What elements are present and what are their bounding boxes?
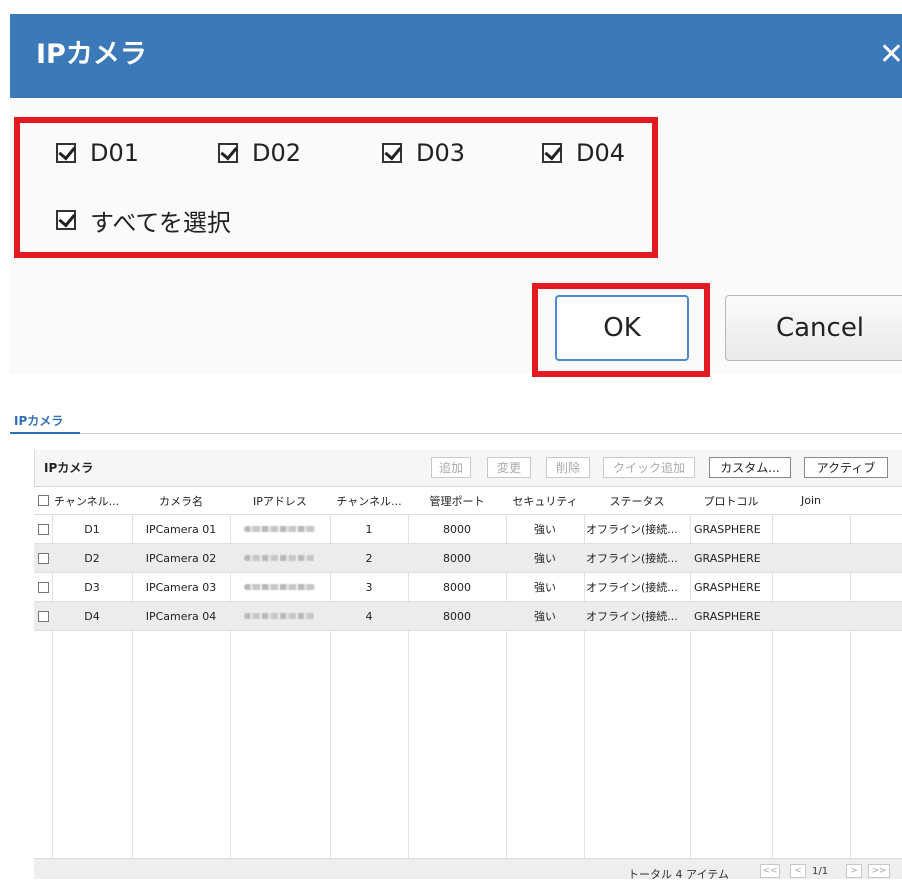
cell-protocol: GRASPHERE bbox=[694, 609, 761, 623]
custom-button[interactable]: カスタム... bbox=[709, 457, 791, 478]
column-header-management-port[interactable]: 管理ポート bbox=[408, 487, 506, 514]
close-icon[interactable]: ✕ bbox=[879, 38, 902, 72]
cell-channel-no: 1 bbox=[365, 522, 373, 536]
tab-ip-camera[interactable]: IPカメラ bbox=[14, 412, 63, 429]
table-row[interactable]: D2 IPCamera 02 2 8000 強い オフライン(接続... GRA… bbox=[34, 544, 902, 573]
cell-status: オフライン(接続... bbox=[586, 610, 678, 623]
total-items-label: トータル 4 アイテム bbox=[628, 868, 729, 881]
column-header-join[interactable]: Join bbox=[772, 487, 850, 514]
column-header-status[interactable]: ステータス bbox=[584, 487, 690, 514]
column-header-channel[interactable]: チャンネル... bbox=[52, 487, 134, 514]
column-header-security[interactable]: セキュリティ bbox=[506, 487, 584, 514]
cell-ip-address-blurred bbox=[230, 515, 330, 543]
table-row[interactable]: D3 IPCamera 03 3 8000 強い オフライン(接続... GRA… bbox=[34, 573, 902, 602]
highlight-ok-button bbox=[532, 283, 710, 377]
next-page-button[interactable]: > bbox=[846, 864, 862, 878]
checkbox-icon[interactable] bbox=[38, 523, 49, 535]
column-header-camera-name[interactable]: カメラ名 bbox=[132, 487, 230, 514]
cell-join bbox=[772, 602, 850, 630]
cell-port: 8000 bbox=[443, 609, 471, 623]
tab-divider bbox=[10, 433, 902, 434]
cell-protocol: GRASPHERE bbox=[694, 522, 761, 536]
row-checkbox[interactable] bbox=[37, 573, 50, 601]
cell-camera-name: IPCamera 02 bbox=[145, 551, 217, 565]
cell-ip-address-blurred bbox=[230, 544, 330, 572]
row-checkbox[interactable] bbox=[37, 602, 50, 630]
last-page-button[interactable]: >> bbox=[868, 864, 890, 878]
cell-camera-name: IPCamera 04 bbox=[145, 609, 217, 623]
prev-page-button[interactable]: < bbox=[790, 864, 806, 878]
highlight-checkbox-area bbox=[14, 117, 658, 258]
cell-port: 8000 bbox=[443, 551, 471, 565]
camera-table: チャンネル... カメラ名 IPアドレス チャンネル... 管理ポート セキュリ… bbox=[34, 486, 902, 859]
column-header-channel-no[interactable]: チャンネル... bbox=[330, 487, 408, 514]
table-row[interactable]: D1 IPCamera 01 1 8000 強い オフライン(接続... GRA… bbox=[34, 515, 902, 544]
cell-join bbox=[772, 573, 850, 601]
cell-join bbox=[772, 515, 850, 543]
quick-add-button[interactable]: クイック追加 bbox=[603, 457, 695, 478]
checkbox-icon[interactable] bbox=[38, 581, 49, 593]
row-checkbox[interactable] bbox=[37, 515, 50, 543]
cancel-button[interactable]: Cancel bbox=[725, 295, 902, 361]
cell-port: 8000 bbox=[443, 522, 471, 536]
panel-title: IPカメラ bbox=[44, 461, 94, 475]
checkbox-icon[interactable] bbox=[38, 610, 49, 622]
cell-channel-no: 4 bbox=[365, 609, 373, 623]
cell-ip-address-blurred bbox=[230, 602, 330, 630]
cell-security: 強い bbox=[534, 523, 556, 536]
delete-button[interactable]: 削除 bbox=[546, 457, 590, 478]
table-row[interactable]: D4 IPCamera 04 4 8000 強い オフライン(接続... GRA… bbox=[34, 602, 902, 631]
cell-protocol: GRASPHERE bbox=[694, 580, 761, 594]
cell-channel-no: 2 bbox=[365, 551, 373, 565]
tab-active-indicator bbox=[10, 432, 80, 434]
cell-channel: D4 bbox=[84, 609, 100, 623]
cell-status: オフライン(接続... bbox=[586, 581, 678, 594]
checkbox-icon[interactable] bbox=[38, 495, 49, 506]
cell-port: 8000 bbox=[443, 580, 471, 594]
edit-button[interactable]: 変更 bbox=[487, 457, 531, 478]
cell-security: 強い bbox=[534, 610, 556, 623]
cell-security: 強い bbox=[534, 552, 556, 565]
cell-channel: D2 bbox=[84, 551, 100, 565]
cell-status: オフライン(接続... bbox=[586, 552, 678, 565]
row-checkbox[interactable] bbox=[37, 544, 50, 572]
cell-channel: D3 bbox=[84, 580, 100, 594]
cell-channel: D1 bbox=[84, 522, 100, 536]
cell-status: オフライン(接続... bbox=[586, 523, 678, 536]
cell-camera-name: IPCamera 01 bbox=[145, 522, 217, 536]
dialog-header: IPカメラ ✕ bbox=[10, 14, 902, 98]
add-button[interactable]: 追加 bbox=[431, 457, 471, 478]
redacted-ip bbox=[244, 613, 316, 619]
cell-channel-no: 3 bbox=[365, 580, 373, 594]
redacted-ip bbox=[244, 526, 316, 532]
checkbox-icon[interactable] bbox=[38, 552, 49, 564]
table-header: チャンネル... カメラ名 IPアドレス チャンネル... 管理ポート セキュリ… bbox=[34, 487, 902, 515]
select-all-rows-checkbox[interactable] bbox=[37, 487, 50, 514]
first-page-button[interactable]: << bbox=[760, 864, 780, 878]
cell-protocol: GRASPHERE bbox=[694, 551, 761, 565]
column-header-protocol[interactable]: プロトコル bbox=[690, 487, 772, 514]
cell-join bbox=[772, 544, 850, 572]
activate-button[interactable]: アクティブ bbox=[804, 457, 888, 478]
column-header-ip-address[interactable]: IPアドレス bbox=[230, 487, 330, 514]
cell-security: 強い bbox=[534, 581, 556, 594]
cell-ip-address-blurred bbox=[230, 573, 330, 601]
redacted-ip bbox=[244, 584, 316, 590]
dialog-title: IPカメラ bbox=[36, 39, 147, 70]
page-indicator: 1/1 bbox=[812, 866, 829, 877]
cell-camera-name: IPCamera 03 bbox=[145, 580, 217, 594]
redacted-ip bbox=[244, 555, 316, 561]
